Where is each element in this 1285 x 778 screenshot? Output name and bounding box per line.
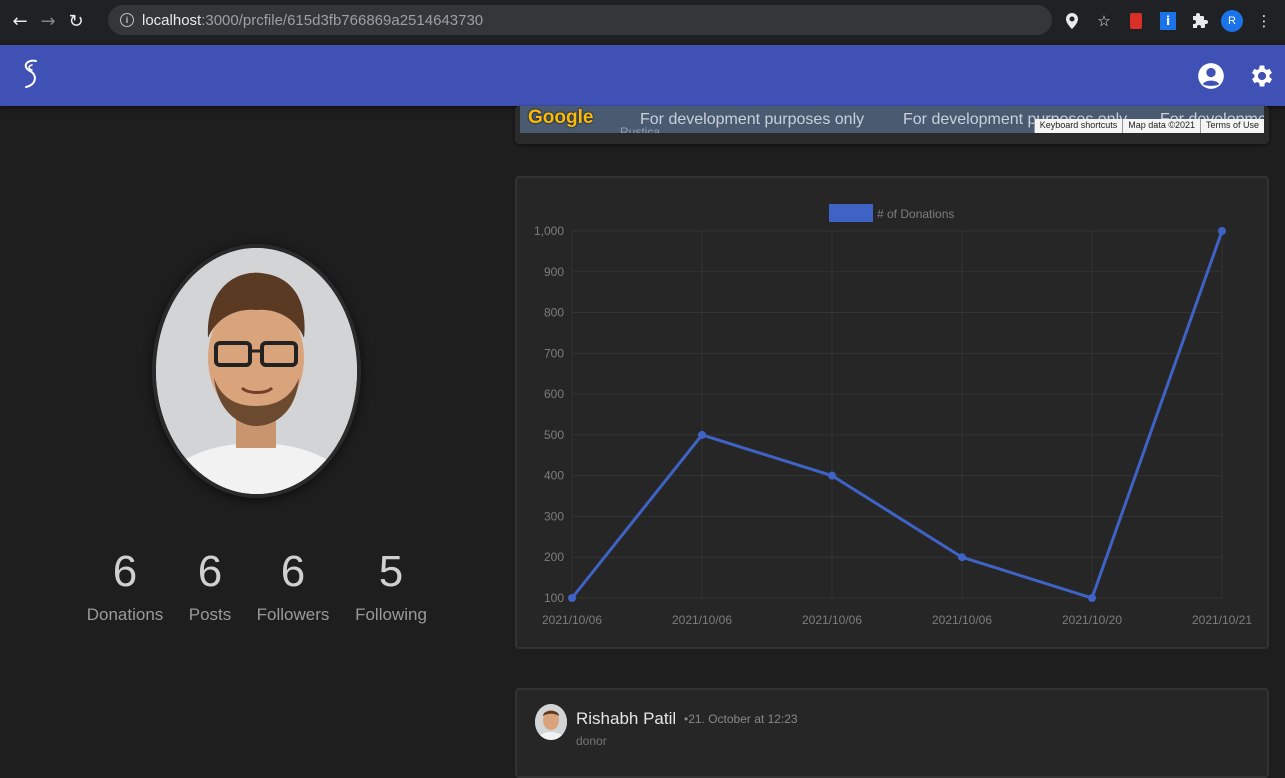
terms-of-use-link[interactable]: Terms of Use xyxy=(1199,119,1264,133)
stat-label: Following xyxy=(355,605,427,624)
map-data-label: Map data ©2021 xyxy=(1122,119,1200,133)
settings-gear-icon[interactable] xyxy=(1248,62,1276,90)
legend-label[interactable]: # of Donations xyxy=(877,207,954,221)
stat-donations[interactable]: 6 Donations xyxy=(80,545,170,625)
stat-value: 6 xyxy=(197,547,223,596)
stat-followers[interactable]: 6 Followers xyxy=(253,545,333,625)
menu-kebab-icon[interactable]: ⋮ xyxy=(1253,10,1275,32)
legend-swatch[interactable] xyxy=(829,204,873,222)
post-timestamp: •21. October at 12:23 xyxy=(684,712,798,726)
map-place-label: Rustica xyxy=(620,124,661,134)
post-author-role: donor xyxy=(576,734,607,748)
y-tick-label: 400 xyxy=(544,469,564,483)
x-tick-label: 2021/10/06 xyxy=(932,613,992,627)
profile-avatar-icon[interactable]: R xyxy=(1221,10,1243,32)
y-tick-label: 600 xyxy=(544,387,564,401)
extension-red-icon[interactable] xyxy=(1125,10,1147,32)
account-circle-icon[interactable] xyxy=(1197,62,1225,90)
y-tick-label: 1,000 xyxy=(534,224,564,238)
forward-icon[interactable]: → xyxy=(34,7,62,35)
y-tick-label: 900 xyxy=(544,265,564,279)
series-line xyxy=(570,230,1224,600)
data-point[interactable] xyxy=(828,471,836,480)
stat-label: Posts xyxy=(188,605,232,624)
bookmark-star-icon[interactable]: ☆ xyxy=(1093,10,1115,32)
donations-chart-card: 100 200 300 400 500 600 700 800 900 1,000 2021/10/… xyxy=(515,176,1269,649)
y-tick-label: 100 xyxy=(544,591,564,605)
y-tick-label: 300 xyxy=(544,509,564,523)
y-tick-label: 700 xyxy=(544,346,564,360)
x-tick-label: 2021/10/06 xyxy=(542,613,602,627)
info-icon[interactable]: i xyxy=(120,13,134,27)
extensions-puzzle-icon[interactable] xyxy=(1189,10,1211,32)
x-tick-label: 2021/10/06 xyxy=(802,613,862,627)
keyboard-shortcuts-link[interactable]: Keyboard shortcuts xyxy=(1033,119,1123,133)
data-point[interactable] xyxy=(958,553,966,562)
url-path: :3000/prcfile/615d3fb766869a2514643730 xyxy=(201,11,484,29)
url-host: localhost xyxy=(142,11,202,29)
extension-info-icon[interactable]: i xyxy=(1157,10,1179,32)
app-logo-icon[interactable] xyxy=(16,55,46,95)
x-tick-label: 2021/10/20 xyxy=(1062,613,1122,627)
reload-icon[interactable]: ↻ xyxy=(62,7,90,35)
post-author-name[interactable]: Rishabh Patil xyxy=(576,709,676,729)
stat-label: Donations xyxy=(86,605,164,624)
location-icon[interactable] xyxy=(1061,10,1083,32)
stat-value: 5 xyxy=(378,547,404,596)
y-tick-label: 200 xyxy=(544,550,564,564)
stat-value: 6 xyxy=(280,547,306,596)
stat-posts[interactable]: 6 Posts xyxy=(175,545,245,625)
google-map[interactable]: For development purposes only For develo… xyxy=(520,106,1264,133)
y-tick-label: 500 xyxy=(544,428,564,442)
map-card: For development purposes only For develo… xyxy=(515,106,1269,144)
stat-label: Followers xyxy=(256,605,330,624)
data-point[interactable] xyxy=(1088,594,1096,602)
stat-value: 6 xyxy=(112,547,138,596)
address-bar[interactable]: i localhost:3000/prcfile/615d3fb766869a2… xyxy=(108,5,1052,35)
x-tick-label: 2021/10/06 xyxy=(672,613,732,627)
post-author-avatar[interactable] xyxy=(535,704,567,740)
map-attribution: Keyboard shortcuts Map data ©2021 Terms … xyxy=(1033,119,1264,133)
x-tick-label: 2021/10/21 xyxy=(1192,613,1252,627)
map-dev-notice: For development purposes only xyxy=(640,110,865,128)
browser-toolbar: ← → ↻ i localhost:3000/prcfile/615d3fb76… xyxy=(0,0,1285,42)
profile-avatar xyxy=(152,244,361,498)
donations-line-chart: 100 200 300 400 500 600 700 800 900 1,000 2021/10/… xyxy=(534,204,1252,627)
y-tick-label: 800 xyxy=(544,306,564,320)
back-icon[interactable]: ← xyxy=(6,7,34,35)
google-logo: Google xyxy=(528,107,594,128)
url-text[interactable]: localhost:3000/prcfile/615d3fb766869a251… xyxy=(142,12,483,29)
post-card: Rishabh Patil •21. October at 12:23 dono… xyxy=(515,688,1269,778)
data-point[interactable] xyxy=(568,594,576,602)
data-point[interactable] xyxy=(1218,227,1226,235)
data-point[interactable] xyxy=(698,430,706,439)
profile-photo xyxy=(156,248,357,494)
app-bar xyxy=(0,45,1285,106)
stat-following[interactable]: 5 Following xyxy=(350,545,432,625)
